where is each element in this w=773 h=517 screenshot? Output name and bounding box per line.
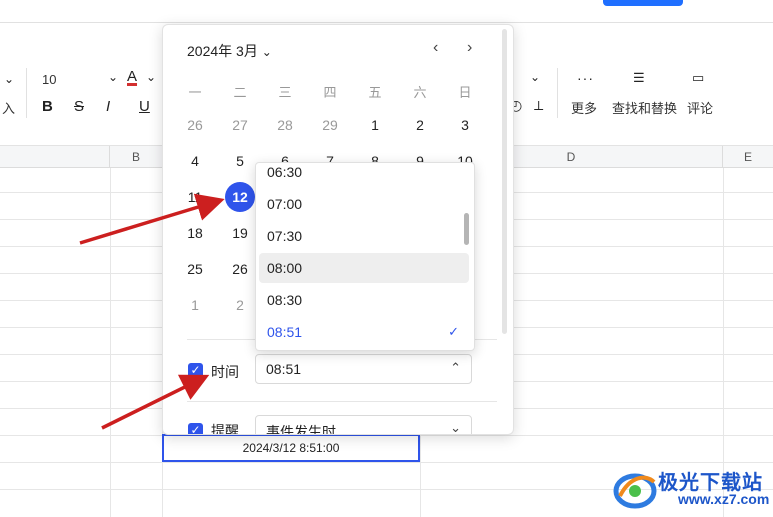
toolbar-top-divider [0, 22, 773, 23]
watermark-logo-icon [613, 473, 657, 509]
calendar-day[interactable]: 5 [225, 149, 255, 173]
divider [187, 401, 497, 402]
calendar-day[interactable]: 18 [180, 221, 210, 245]
row-line [0, 462, 773, 463]
font-color-icon[interactable]: A [127, 68, 137, 85]
time-checkbox[interactable]: ✓ [188, 363, 203, 378]
weekday-label: 六 [413, 85, 427, 100]
chevron-down-icon: ⌄ [261, 45, 272, 59]
calendar-day[interactable]: 2 [225, 293, 255, 317]
weekday-label: 日 [458, 85, 472, 100]
calendar-day[interactable]: 4 [180, 149, 210, 173]
watermark: 极光下载站 www.xz7.com [612, 464, 770, 514]
chevron-down-icon[interactable]: ⌄ [108, 70, 118, 84]
calendar-day[interactable]: 25 [180, 257, 210, 281]
previous-month-icon[interactable]: ‹ [433, 39, 438, 57]
comment-button[interactable]: 评论 [687, 98, 713, 117]
watermark-url: www.xz7.com [678, 491, 770, 507]
month-selector[interactable]: 2024年 3月 ⌄ [187, 41, 272, 61]
active-cell[interactable]: 2024/3/12 8:51:00 [162, 434, 420, 462]
column-header-b[interactable]: B [110, 146, 163, 168]
font-size-value[interactable]: 10 [42, 72, 56, 87]
next-month-icon[interactable]: › [467, 39, 472, 57]
bold-button[interactable]: B [42, 98, 53, 115]
more-button[interactable]: 更多 [571, 98, 597, 117]
weekday-label: 四 [323, 85, 337, 100]
find-replace-icon[interactable]: ☰ [633, 70, 645, 86]
calendar-day[interactable]: 11 [180, 185, 210, 209]
more-icon[interactable]: ··· [577, 70, 594, 86]
chevron-down-icon[interactable]: ⌄ [530, 70, 540, 84]
share-button[interactable] [603, 0, 683, 6]
weekday-label: 二 [233, 85, 247, 100]
toolbar-divider [557, 68, 558, 118]
calendar-day[interactable]: 29 [315, 113, 345, 137]
reminder-select[interactable]: 事件发生时 ⌄ [255, 415, 472, 435]
time-select-value: 08:51 [266, 361, 302, 377]
check-icon: ✓ [448, 324, 459, 339]
toolbar-divider [26, 68, 27, 118]
time-dropdown-scrollbar[interactable] [464, 213, 469, 245]
italic-button[interactable]: I [106, 98, 110, 115]
calendar-day[interactable]: 27 [225, 113, 255, 137]
weekday-label: 一 [188, 85, 202, 100]
time-option-label: 08:51 [267, 324, 303, 340]
chevron-down-icon[interactable]: ⌄ [146, 70, 156, 84]
calendar-day[interactable]: 26 [180, 113, 210, 137]
time-option-label: 08:30 [267, 292, 303, 308]
calendar-day[interactable]: 26 [225, 257, 255, 281]
column-line [110, 168, 111, 517]
time-option-label: 07:30 [267, 228, 303, 244]
time-option-label: 08:00 [267, 260, 303, 276]
time-dropdown[interactable]: 06:30 07:00 07:30 08:00 08:30 08:51 ✓ [255, 162, 475, 351]
time-option[interactable]: 06:30 [259, 163, 469, 187]
weekday-label: 三 [278, 85, 292, 100]
time-option[interactable]: 08:00 [259, 253, 469, 283]
time-option[interactable]: 08:30 [259, 285, 469, 315]
time-option[interactable]: 08:51 ✓ [259, 317, 469, 347]
time-option-label: 07:00 [267, 196, 303, 212]
column-header-a[interactable] [0, 146, 110, 168]
calendar-day[interactable]: 19 [225, 221, 255, 245]
reminder-checkbox[interactable]: ✓ [188, 423, 203, 434]
chevron-up-icon: ⌃ [450, 360, 461, 375]
time-option[interactable]: 07:00 [259, 189, 469, 219]
calendar-day[interactable]: 1 [360, 113, 390, 137]
calendar-day-selected[interactable]: 12 [225, 182, 255, 212]
insert-label[interactable]: 入 [2, 98, 15, 117]
calendar-day[interactable]: 1 [180, 293, 210, 317]
time-option[interactable]: 07:30 [259, 221, 469, 251]
calendar-day[interactable]: 3 [450, 113, 480, 137]
reminder-label: 提醒 [211, 423, 239, 435]
clear-format-icon[interactable]: ⟂ [534, 97, 543, 114]
weekday-label: 五 [368, 85, 382, 100]
month-label: 2024年 3月 [187, 43, 258, 59]
strikethrough-button[interactable]: S [74, 98, 84, 115]
time-select[interactable]: 08:51 ⌃ [255, 354, 472, 384]
find-replace-button[interactable]: 查找和替换 [612, 98, 677, 117]
comment-icon[interactable]: ▭ [692, 70, 704, 86]
popup-scrollbar[interactable] [502, 29, 507, 334]
underline-button[interactable]: U [139, 98, 150, 115]
chevron-down-icon: ⌄ [450, 420, 461, 435]
time-option-label: 06:30 [267, 164, 303, 180]
reminder-select-value: 事件发生时 [266, 424, 336, 435]
calendar-day[interactable]: 28 [270, 113, 300, 137]
calendar-day[interactable]: 2 [405, 113, 435, 137]
column-header-e[interactable]: E [723, 146, 773, 168]
time-label: 时间 [211, 364, 239, 380]
chevron-down-icon[interactable]: ⌄ [4, 72, 14, 86]
